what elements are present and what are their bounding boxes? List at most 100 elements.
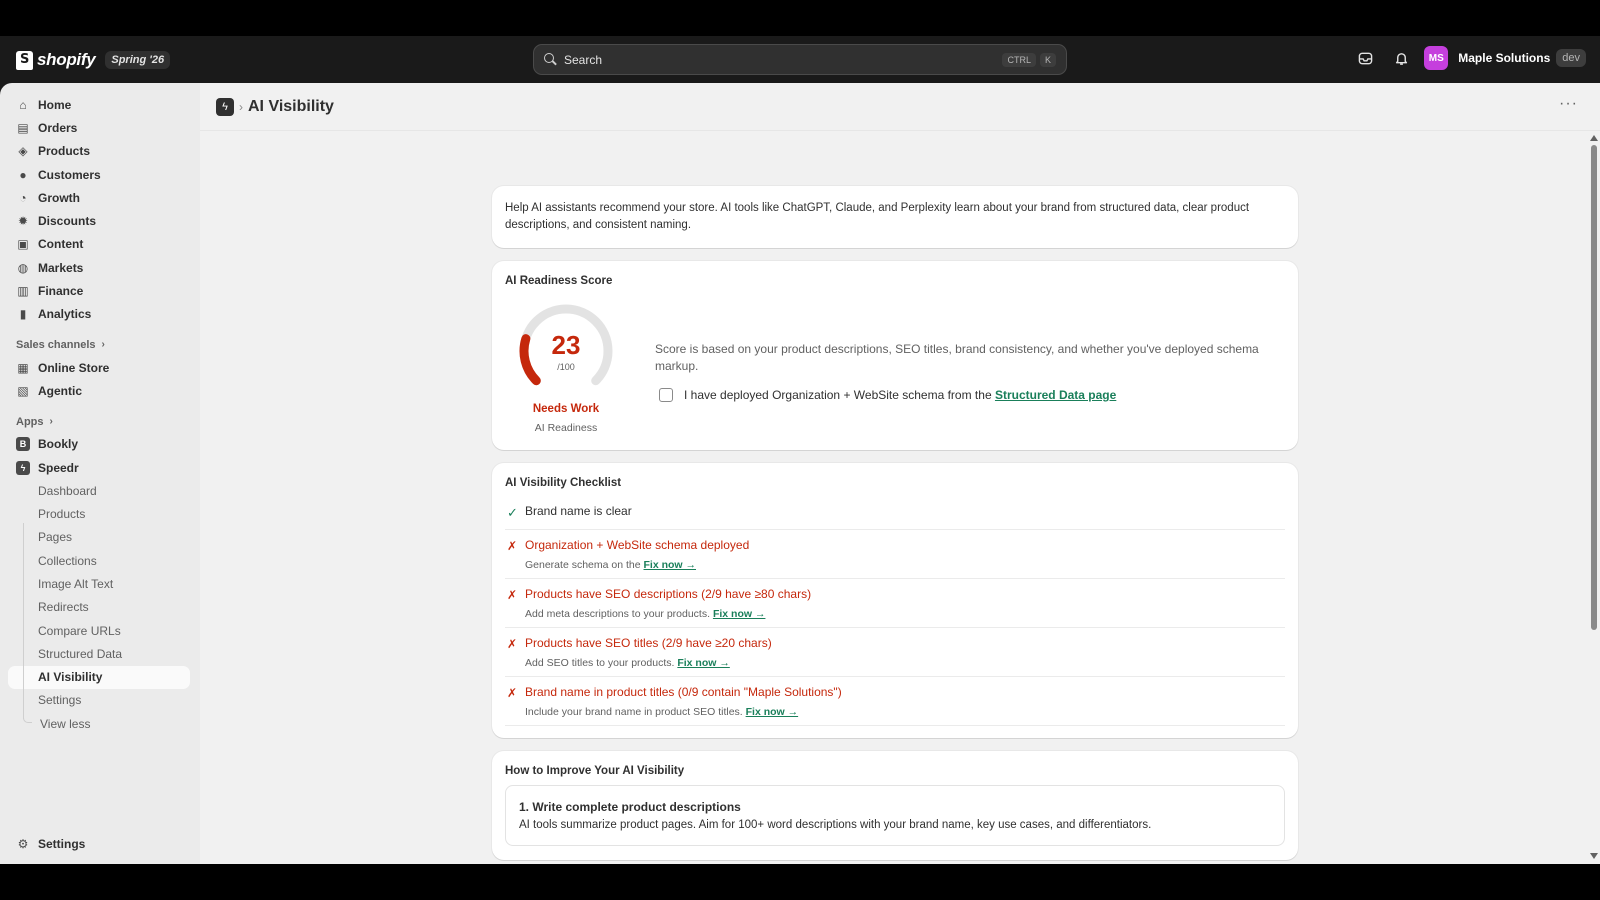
sidebar-subitem-dashboard[interactable]: Dashboard: [0, 479, 200, 502]
sidebar-item-label: Customers: [38, 167, 101, 182]
sidebar-item-label: Home: [38, 97, 72, 112]
sidebar-subitem-image-alt-text[interactable]: Image Alt Text: [0, 572, 200, 595]
check-icon: ✓: [507, 505, 518, 520]
sidebar-subitem-ai-visibility[interactable]: AI Visibility: [8, 665, 190, 689]
checklist-item-title: Organization + WebSite schema deployed: [525, 538, 750, 552]
scrollbar[interactable]: [1590, 135, 1598, 859]
chevron-right-icon: ›: [101, 339, 105, 351]
agentic-icon: ▧: [17, 383, 29, 398]
sidebar-item-finance[interactable]: ▥ Finance: [0, 279, 200, 302]
sidebar-subitem-settings[interactable]: Settings: [0, 689, 200, 712]
apps-header[interactable]: Apps ›: [0, 411, 200, 433]
sidebar-item-products[interactable]: ◈ Products: [0, 140, 200, 163]
sidebar-item-bookly[interactable]: B Bookly: [0, 433, 200, 456]
score-info: Score is based on your product descripti…: [655, 341, 1265, 402]
sidebar-subitem-compare-urls[interactable]: Compare URLs: [0, 619, 200, 642]
more-actions-icon[interactable]: ···: [1559, 95, 1578, 113]
speedr-app-icon[interactable]: ϟ: [216, 97, 234, 116]
sidebar: ⌂ Home ▤ Orders ◈ Products ● Customers ◔ Grow…: [0, 83, 200, 864]
avatar[interactable]: MS: [1424, 46, 1449, 70]
tip-item: 1. Write complete product descriptions A…: [505, 785, 1285, 846]
store-name[interactable]: Maple Solutions: [1458, 51, 1550, 65]
sales-channels-label: Sales channels: [16, 338, 96, 351]
globe-icon: ◍: [17, 260, 29, 275]
top-right-controls: MS Maple Solutions dev: [1352, 45, 1586, 71]
discount-icon: ✹: [17, 214, 29, 229]
home-icon: ⌂: [19, 97, 27, 112]
score-status: Needs Work: [532, 403, 600, 415]
edition-badge: Spring '26: [105, 51, 171, 69]
sidebar-item-label: Online Store: [38, 360, 110, 375]
sidebar-item-agentic[interactable]: ▧ Agentic: [0, 379, 200, 402]
checklist-item-title: Brand name in product titles (0/9 contai…: [525, 685, 842, 699]
sidebar-item-discounts[interactable]: ✹ Discounts: [0, 209, 200, 232]
sidebar-item-online-store[interactable]: ▦ Online Store: [0, 356, 200, 379]
sidebar-item-customers[interactable]: ● Customers: [0, 163, 200, 186]
top-bar: shopify Spring '26 Search CTRL K MS Mapl…: [0, 36, 1600, 83]
sidebar-subitem-products[interactable]: Products: [0, 502, 200, 525]
readiness-title: AI Readiness Score: [505, 275, 613, 287]
cross-icon: ✗: [507, 588, 518, 602]
intro-text: Help AI assistants recommend your store.…: [505, 202, 1250, 231]
submenu-connector-line: [23, 523, 24, 719]
cross-icon: ✗: [507, 637, 518, 651]
sidebar-item-growth[interactable]: ◔ Growth: [0, 186, 200, 209]
speedr-icon: ϟ: [16, 460, 30, 475]
sidebar-item-speedr[interactable]: ϟ Speedr: [0, 456, 200, 479]
scroll-up-arrow-icon[interactable]: [1590, 135, 1598, 141]
improve-title: How to Improve Your AI Visibility: [505, 765, 685, 777]
score-gauge: 23 /100 Needs Work AI Readiness: [505, 301, 627, 434]
search-placeholder: Search: [564, 52, 603, 67]
structured-data-link[interactable]: Structured Data page: [995, 388, 1116, 402]
bell-icon[interactable]: [1388, 45, 1414, 71]
sidebar-item-label: Speedr: [38, 460, 79, 475]
improve-card: How to Improve Your AI Visibility 1. Wri…: [492, 751, 1298, 860]
shopify-bag-icon: [16, 50, 33, 70]
fix-now-link[interactable]: Fix now →: [677, 657, 730, 669]
app-window: shopify Spring '26 Search CTRL K MS Mapl…: [0, 36, 1600, 864]
sidebar-subitem-redirects[interactable]: Redirects: [0, 596, 200, 619]
search-icon: [544, 53, 557, 66]
apps-label: Apps: [16, 415, 44, 428]
tag-icon: ◈: [18, 144, 28, 159]
checklist-item-hint: Add meta descriptions to your products. …: [525, 608, 811, 620]
sidebar-item-content[interactable]: ▣ Content: [0, 233, 200, 256]
submenu-active-connector: [23, 715, 32, 723]
fix-now-link[interactable]: Fix now →: [746, 706, 799, 718]
sidebar-item-label: Products: [38, 144, 91, 159]
sales-channels-header[interactable]: Sales channels ›: [0, 334, 200, 356]
sidebar-item-home[interactable]: ⌂ Home: [0, 93, 200, 116]
page-body: Help AI assistants recommend your store.…: [492, 186, 1298, 864]
fix-now-link[interactable]: Fix now →: [713, 608, 766, 620]
schema-deployed-option[interactable]: I have deployed Organization + WebSite s…: [655, 388, 1265, 402]
bank-icon: ▥: [17, 284, 29, 299]
sidebar-subitem-structured-data[interactable]: Structured Data: [0, 642, 200, 665]
sidebar-item-markets[interactable]: ◍ Markets: [0, 256, 200, 279]
checklist-card: AI Visibility Checklist ✓ Brand name is …: [492, 463, 1298, 738]
schema-deployed-label: I have deployed Organization + WebSite s…: [684, 388, 995, 402]
scroll-thumb[interactable]: [1591, 145, 1597, 630]
shopify-logo[interactable]: shopify Spring '26: [16, 50, 171, 70]
hint-text: Include your brand name in product SEO t…: [525, 706, 746, 718]
cross-icon: ✗: [507, 539, 518, 553]
score-caption: AI Readiness: [534, 422, 598, 434]
tip-body: AI tools summarize product pages. Aim fo…: [519, 819, 1152, 831]
hint-text: Generate schema on the: [525, 559, 644, 571]
search-bar[interactable]: Search CTRL K: [533, 44, 1067, 75]
schema-deployed-checkbox[interactable]: [659, 388, 673, 402]
sidebar-item-label: Markets: [38, 260, 84, 275]
inbox-icon[interactable]: [1352, 45, 1378, 71]
scroll-down-arrow-icon[interactable]: [1590, 853, 1598, 859]
sidebar-item-label: Growth: [38, 190, 80, 205]
sidebar-item-settings[interactable]: ⚙ Settings: [0, 833, 200, 856]
gear-icon: ⚙: [17, 837, 29, 852]
sidebar-subitem-collections[interactable]: Collections: [0, 549, 200, 572]
fix-now-link[interactable]: Fix now →: [644, 559, 697, 571]
sidebar-item-label: Finance: [38, 284, 84, 299]
orders-icon: ▤: [17, 120, 29, 135]
checklist-item-hint: Include your brand name in product SEO t…: [525, 706, 842, 718]
sidebar-item-analytics[interactable]: ▮ Analytics: [0, 303, 200, 326]
sidebar-subitem-pages[interactable]: Pages: [0, 526, 200, 549]
brand-wordmark: shopify: [37, 50, 96, 69]
sidebar-item-orders[interactable]: ▤ Orders: [0, 116, 200, 139]
